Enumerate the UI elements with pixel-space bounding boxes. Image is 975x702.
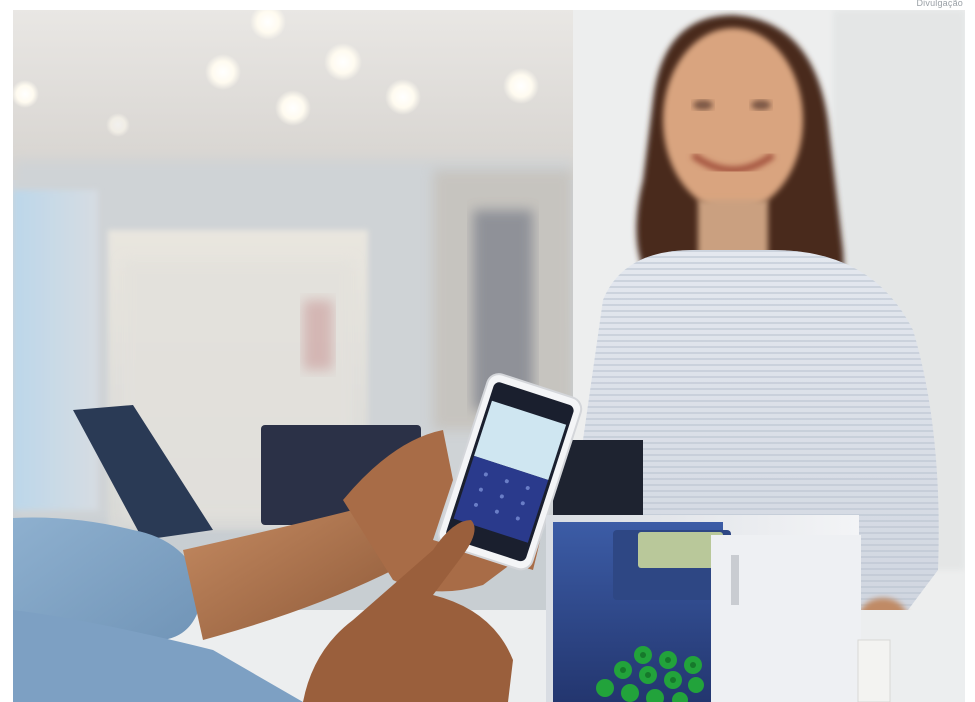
blue-display-wall — [13, 190, 98, 510]
terminal-display — [638, 532, 723, 568]
photo-illustration — [13, 10, 965, 702]
photo-credit: Divulgação — [916, 0, 963, 8]
store-photo — [13, 10, 965, 702]
card-terminal — [546, 515, 861, 702]
counter-card — [857, 639, 891, 702]
woman-face — [663, 28, 803, 212]
